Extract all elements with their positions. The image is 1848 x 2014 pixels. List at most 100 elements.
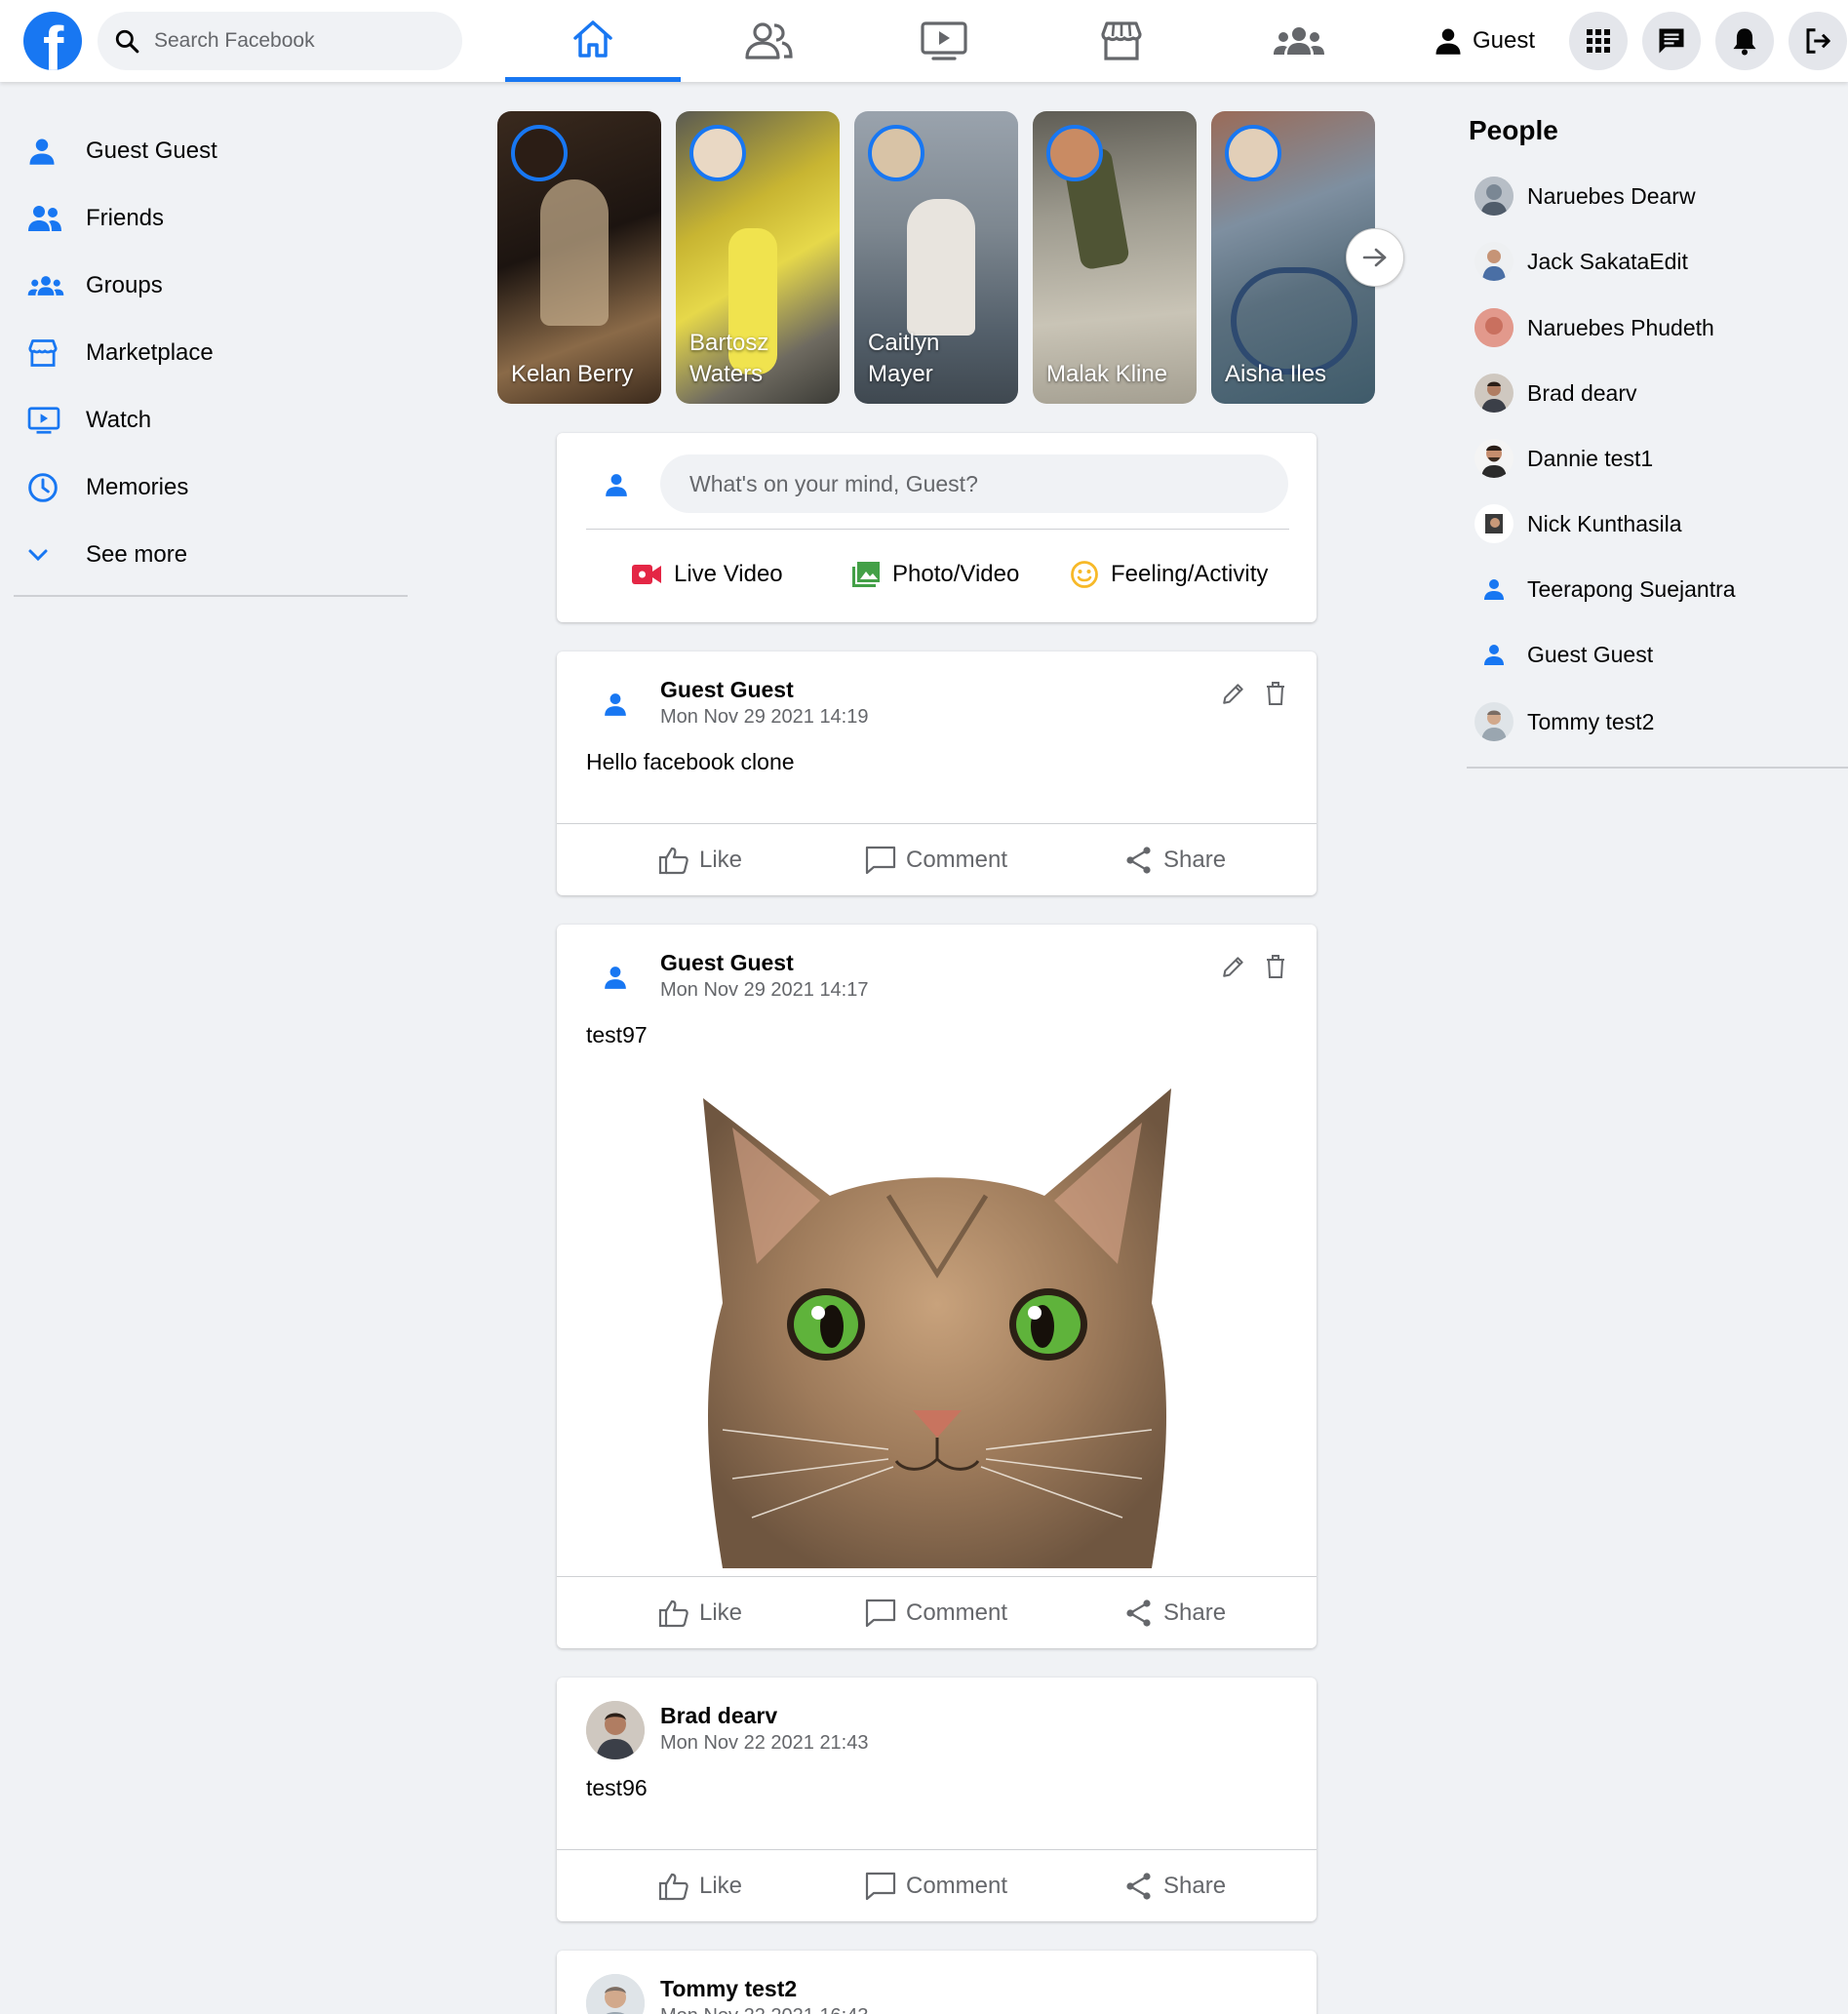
sidebar-divider — [14, 595, 408, 597]
share-button[interactable]: Share — [1124, 1850, 1226, 1922]
notifications-button[interactable] — [1715, 12, 1774, 70]
share-button[interactable]: Share — [1124, 1577, 1226, 1649]
story-avatar — [689, 125, 746, 181]
person-avatar — [1474, 374, 1514, 413]
person-item[interactable]: Dannie test1 — [1474, 437, 1653, 480]
post-author[interactable]: Guest Guest — [660, 677, 794, 703]
edit-icon[interactable] — [1221, 681, 1246, 706]
comment-button[interactable]: Comment — [865, 824, 1007, 896]
menu-button[interactable] — [1569, 12, 1628, 70]
sidebar-item-memories[interactable]: Memories — [14, 454, 408, 521]
sidebar-item-groups[interactable]: Groups — [14, 252, 408, 319]
live-video-button[interactable]: Live Video — [631, 555, 783, 594]
photo-video-button[interactable]: Photo/Video — [851, 555, 1019, 594]
post-author[interactable]: Brad dearv — [660, 1703, 777, 1729]
thumbs-up-icon — [658, 847, 688, 875]
person-item[interactable]: Tommy test2 — [1474, 700, 1654, 743]
story-card[interactable]: Malak Kline — [1033, 111, 1197, 404]
current-user[interactable]: Guest — [1434, 20, 1535, 62]
post-avatar — [586, 948, 645, 1007]
sidebar-item-marketplace[interactable]: Marketplace — [14, 319, 408, 386]
person-name: Tommy test2 — [1527, 708, 1655, 734]
smiley-icon — [1071, 561, 1098, 588]
messenger-button[interactable] — [1642, 12, 1701, 70]
person-item[interactable]: Guest Guest — [1474, 633, 1653, 676]
sidebar-item-see-more[interactable]: See more — [14, 521, 408, 588]
like-button[interactable]: Like — [658, 1577, 742, 1649]
post-text: test96 — [586, 1775, 648, 1800]
logout-icon — [1806, 28, 1830, 54]
post-date: Mon Nov 22 2021 21:43 — [660, 1732, 869, 1754]
like-button[interactable]: Like — [658, 1850, 742, 1922]
post-actions: Like Comment Share — [557, 1849, 1317, 1921]
bell-icon — [1733, 28, 1756, 56]
story-avatar — [1046, 125, 1103, 181]
post-author[interactable]: Tommy test2 — [660, 1976, 797, 2002]
user-icon — [1435, 28, 1461, 55]
story-image — [540, 179, 609, 326]
person-avatar — [1474, 702, 1514, 741]
watch-icon — [921, 21, 967, 60]
story-name: Bartosz Waters — [689, 330, 769, 387]
tab-marketplace[interactable] — [1034, 0, 1209, 82]
sidebar-item-label: Watch — [86, 406, 152, 433]
person-item[interactable]: Jack SakataEdit — [1474, 240, 1688, 283]
like-button[interactable]: Like — [658, 824, 742, 896]
person-name: Naruebes Dearw — [1527, 182, 1696, 209]
video-camera-icon — [632, 565, 661, 584]
person-item[interactable]: Naruebes Dearw — [1474, 175, 1696, 217]
user-icon — [29, 138, 55, 165]
post-author[interactable]: Guest Guest — [660, 950, 794, 976]
story-name: Kelan Berry — [511, 361, 634, 387]
comment-button[interactable]: Comment — [865, 1850, 1007, 1922]
post-card: Brad dearv Mon Nov 22 2021 21:43 test96 … — [557, 1678, 1317, 1921]
person-avatar — [1474, 635, 1514, 674]
person-item[interactable]: Teerapong Suejantra — [1474, 568, 1736, 611]
tab-home[interactable] — [505, 0, 681, 82]
share-button[interactable]: Share — [1124, 824, 1226, 896]
sidebar-item-friends[interactable]: Friends — [14, 184, 408, 252]
watch-icon — [27, 406, 60, 434]
user-icon — [605, 967, 626, 989]
facebook-logo[interactable]: f — [23, 12, 82, 70]
chevron-down-icon — [28, 549, 48, 561]
logout-button[interactable] — [1789, 12, 1847, 70]
trash-icon[interactable] — [1264, 681, 1287, 706]
trash-icon[interactable] — [1264, 954, 1287, 979]
person-item[interactable]: Naruebes Phudeth — [1474, 306, 1714, 349]
post-image-cat[interactable] — [664, 1079, 1210, 1568]
tab-watch[interactable] — [856, 0, 1032, 82]
post-composer: Live Video Photo/Video Feeling/Activity — [557, 433, 1317, 622]
stories-next-button[interactable] — [1346, 228, 1404, 287]
people-divider — [1467, 767, 1848, 769]
story-card[interactable]: Bartosz Waters — [676, 111, 840, 404]
groups-icon — [1274, 27, 1324, 55]
tab-groups[interactable] — [1211, 0, 1387, 82]
clock-icon — [28, 472, 58, 502]
left-sidebar: Guest Guest Friends Groups Marketplace W… — [14, 117, 408, 588]
story-card[interactable]: Caitlyn Mayer — [854, 111, 1018, 404]
story-name: Aisha Iles — [1225, 361, 1327, 387]
story-card[interactable]: Kelan Berry — [497, 111, 661, 404]
avatar-photo — [586, 1701, 645, 1759]
search-input[interactable] — [154, 12, 447, 70]
post-text: Hello facebook clone — [586, 749, 795, 774]
composer-input[interactable] — [660, 454, 1288, 513]
comment-button[interactable]: Comment — [865, 1577, 1007, 1649]
post-text: test97 — [586, 1022, 648, 1047]
feeling-activity-button[interactable]: Feeling/Activity — [1070, 555, 1268, 594]
thumbs-up-icon — [658, 1873, 688, 1901]
sidebar-item-label: Marketplace — [86, 338, 214, 366]
home-icon — [573, 20, 612, 58]
edit-icon[interactable] — [1221, 954, 1246, 979]
sidebar-item-profile[interactable]: Guest Guest — [14, 117, 408, 184]
sidebar-item-watch[interactable]: Watch — [14, 386, 408, 454]
post-date: Mon Nov 22 2021 16:43 — [660, 2005, 869, 2014]
person-name: Jack SakataEdit — [1527, 248, 1688, 274]
person-item[interactable]: Nick Kunthasila — [1474, 502, 1682, 545]
tab-friends[interactable] — [681, 0, 856, 82]
search-box[interactable] — [98, 12, 462, 70]
person-item[interactable]: Brad dearv — [1474, 372, 1637, 415]
search-icon — [115, 29, 139, 54]
composer-divider — [586, 529, 1289, 530]
